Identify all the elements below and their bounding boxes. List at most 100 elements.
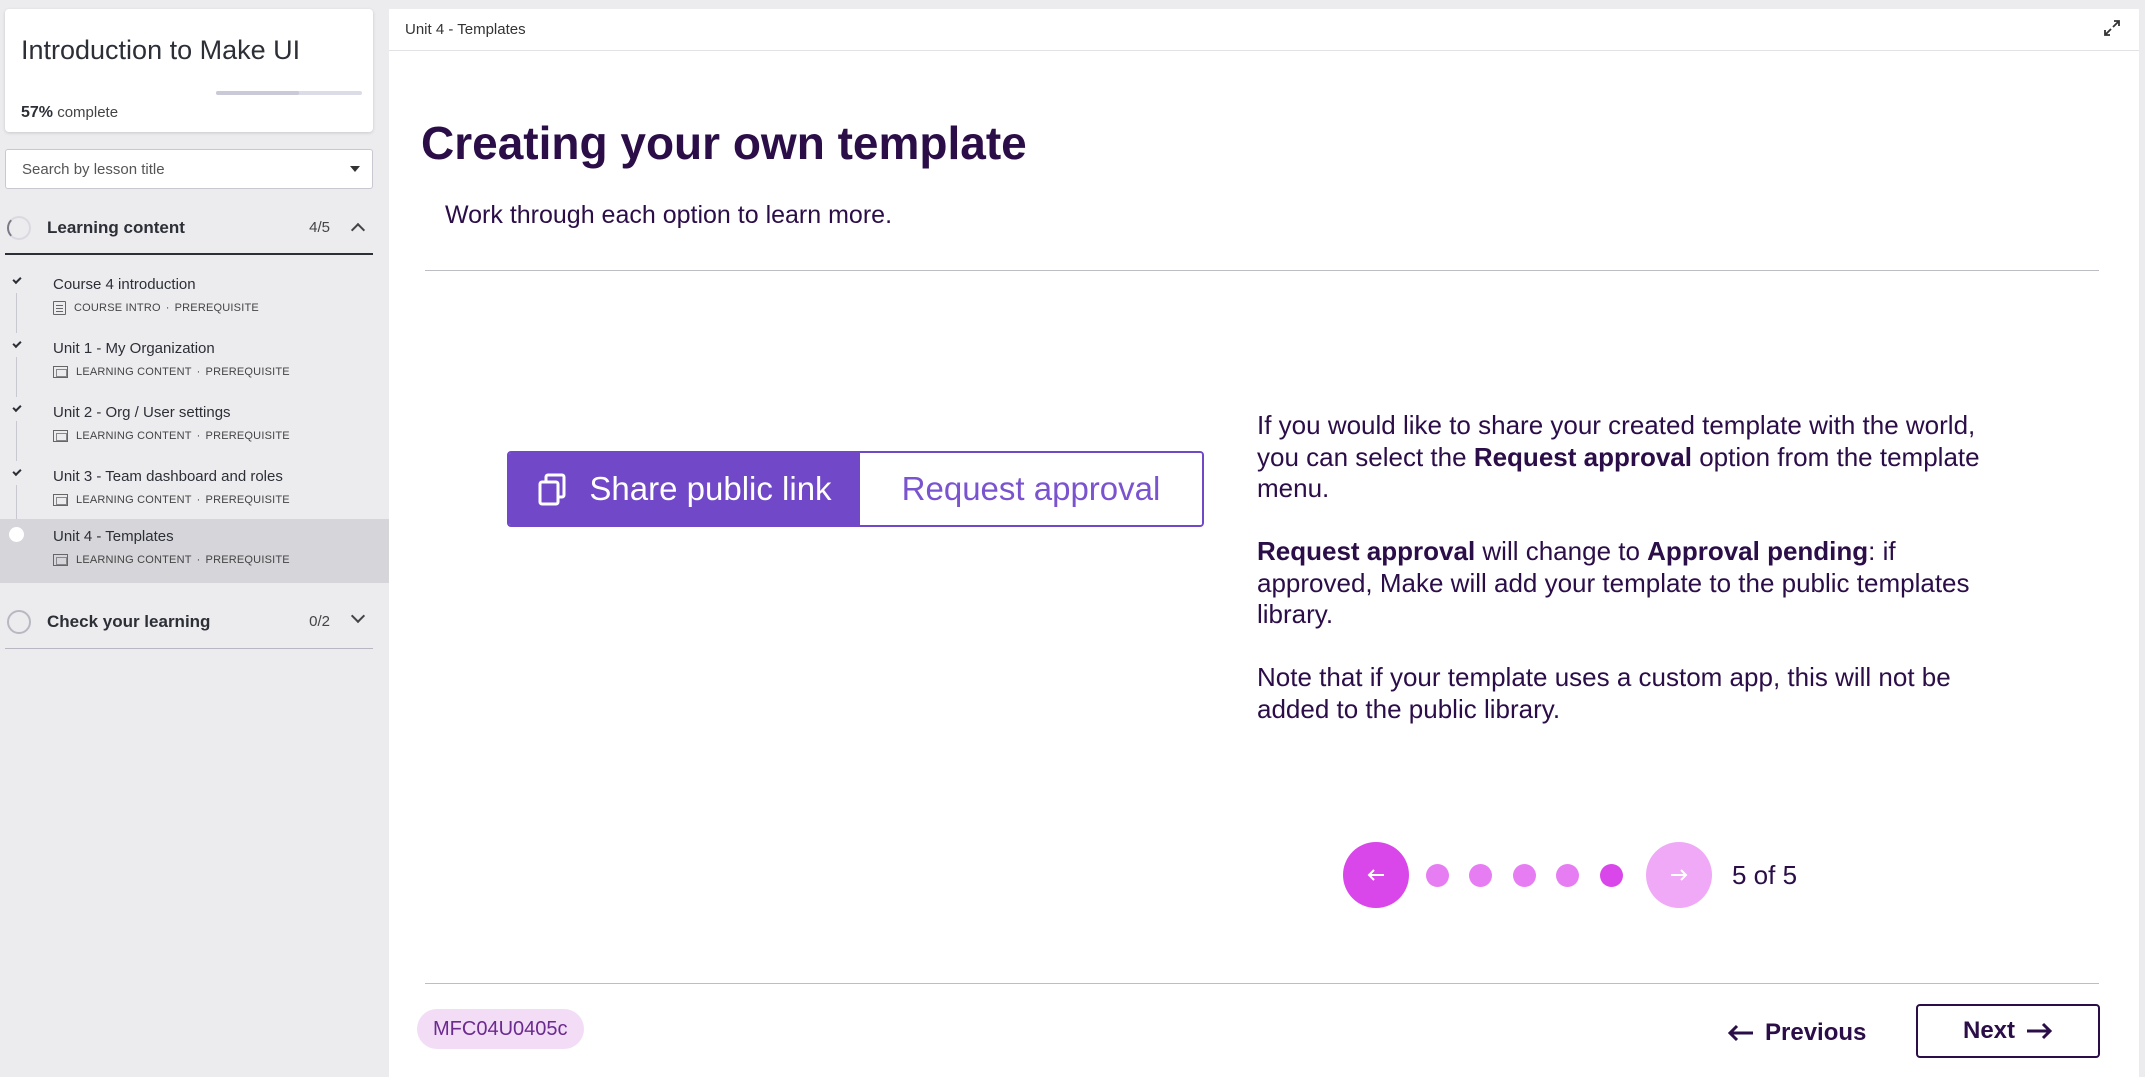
meta-separator: · [165,302,170,314]
copy-icon [538,473,566,506]
carousel-dot-3[interactable] [1513,864,1536,887]
lesson-meta: LEARNING CONTENT · PREREQUISITE [53,364,290,380]
lesson-item-unit-3[interactable]: Unit 3 - Team dashboard and roles LEARNI… [0,459,389,525]
expand-icon[interactable] [2103,19,2121,37]
explanation-text: If you would like to share your created … [1257,410,1987,757]
carousel-pager: 5 of 5 [1343,842,1843,908]
lesson-content-panel: Unit 4 - Templates Creating your own tem… [389,9,2139,1077]
section-check-your-learning[interactable]: Check your learning 0/2 [5,594,373,646]
lesson-item-unit-1[interactable]: Unit 1 - My Organization LEARNING CONTEN… [0,331,389,397]
section-title: Check your learning [47,612,211,631]
section-count: 0/2 [309,613,330,630]
meta-separator: · [196,366,201,378]
paragraph-1: If you would like to share your created … [1257,410,1987,505]
previous-button[interactable]: Previous [1727,1010,1866,1056]
lesson-item-unit-4[interactable]: Unit 4 - Templates LEARNING CONTENT · PR… [0,519,389,583]
arrow-left-icon [1727,1024,1753,1042]
lesson-title: Unit 2 - Org / User settings [53,404,231,421]
carousel-dot-5[interactable] [1600,864,1623,887]
lesson-search-input[interactable] [7,151,327,187]
lesson-title: Course 4 introduction [53,276,196,293]
lesson-title: Unit 3 - Team dashboard and roles [53,468,283,485]
timeline-connector [16,293,17,333]
content-divider [425,270,2099,271]
paragraph-2: Request approval will change to Approval… [1257,536,1987,631]
text-span: will change to [1475,536,1648,566]
course-card: Introduction to Make UI 57% complete [5,9,373,132]
lesson-type: COURSE INTRO [74,302,161,314]
next-label: Next [1962,1017,2016,1044]
section-learning-content[interactable]: Learning content 4/5 [5,200,373,252]
bold-text: Request approval [1257,536,1476,566]
carousel-dot-2[interactable] [1469,864,1492,887]
timeline-connector [16,357,17,397]
lesson-code-badge: MFC04U0405c [417,1009,584,1049]
check-icon [12,402,22,413]
lesson-tag: PREREQUISITE [205,430,290,442]
lesson-tag: PREREQUISITE [174,302,259,314]
course-progress-label: 57% complete [21,104,118,122]
lesson-meta: COURSE INTRO · PREREQUISITE [53,300,259,316]
lesson-meta: LEARNING CONTENT · PREREQUISITE [53,492,290,508]
carousel-prev-button[interactable] [1343,842,1409,908]
lesson-title: Unit 1 - My Organization [53,340,215,357]
chevron-down-icon[interactable] [350,608,366,624]
request-label: Request approval [901,470,1161,507]
next-button[interactable]: Next [1916,1004,2100,1058]
lesson-type: LEARNING CONTENT [76,494,192,506]
bold-text: Request approval [1473,441,1692,472]
arrow-right-icon [2027,1022,2053,1040]
page-title: Creating your own template [421,117,1027,169]
document-icon [53,301,66,315]
bold-text: Approval pending [1647,536,1869,566]
section-divider [5,648,373,649]
current-lesson-dot-icon [9,527,24,542]
previous-label: Previous [1765,1019,1867,1046]
check-icon [12,338,22,349]
meta-separator: · [196,494,201,506]
check-icon [12,466,22,477]
check-icon [12,274,22,285]
lesson-tag: PREREQUISITE [205,366,290,378]
partial-progress-ring-icon [7,216,31,240]
page-subtitle: Work through each option to learn more. [445,201,893,229]
course-sidebar: Introduction to Make UI 57% complete Lea… [0,0,389,1077]
meta-separator: · [196,554,201,566]
lesson-item-unit-2[interactable]: Unit 2 - Org / User settings LEARNING CO… [0,395,389,461]
dropdown-caret-icon[interactable] [350,166,360,172]
lesson-type: LEARNING CONTENT [76,554,192,566]
presentation-icon [53,430,68,442]
section-title: Learning content [47,218,185,237]
presentation-icon [53,494,68,506]
timeline-connector [16,421,17,461]
carousel-dot-4[interactable] [1556,864,1579,887]
section-divider [5,253,373,255]
carousel-dot-1[interactable] [1426,864,1449,887]
lesson-item-course-intro[interactable]: Course 4 introduction COURSE INTRO · PRE… [0,267,389,333]
share-public-link-button: Share public link [509,453,860,525]
lesson-type: LEARNING CONTENT [76,430,192,442]
carousel-count: 5 of 5 [1732,860,1798,890]
presentation-icon [53,554,68,566]
progress-suffix: complete [57,104,119,121]
lesson-meta: LEARNING CONTENT · PREREQUISITE [53,552,290,568]
lesson-title: Unit 4 - Templates [53,528,174,545]
lesson-search[interactable] [5,149,373,189]
lesson-topbar: Unit 4 - Templates [389,9,2139,51]
empty-progress-ring-icon [7,610,31,634]
arrow-left-icon [1367,869,1384,881]
progress-percent: 57% [21,104,54,121]
course-title: Introduction to Make UI [21,35,301,65]
share-label: Share public link [589,470,832,507]
template-menu-buttons-image: Share public link Request approval [507,451,1204,527]
course-progress-bar [216,91,299,95]
section-count: 4/5 [309,219,330,236]
chevron-up-icon[interactable] [350,222,366,238]
meta-separator: · [196,430,201,442]
lesson-tag: PREREQUISITE [205,554,290,566]
request-approval-button: Request approval [860,453,1202,525]
lesson-type: LEARNING CONTENT [76,366,192,378]
lesson-tag: PREREQUISITE [205,494,290,506]
unit-title: Unit 4 - Templates [405,21,526,38]
carousel-next-button[interactable] [1646,842,1712,908]
